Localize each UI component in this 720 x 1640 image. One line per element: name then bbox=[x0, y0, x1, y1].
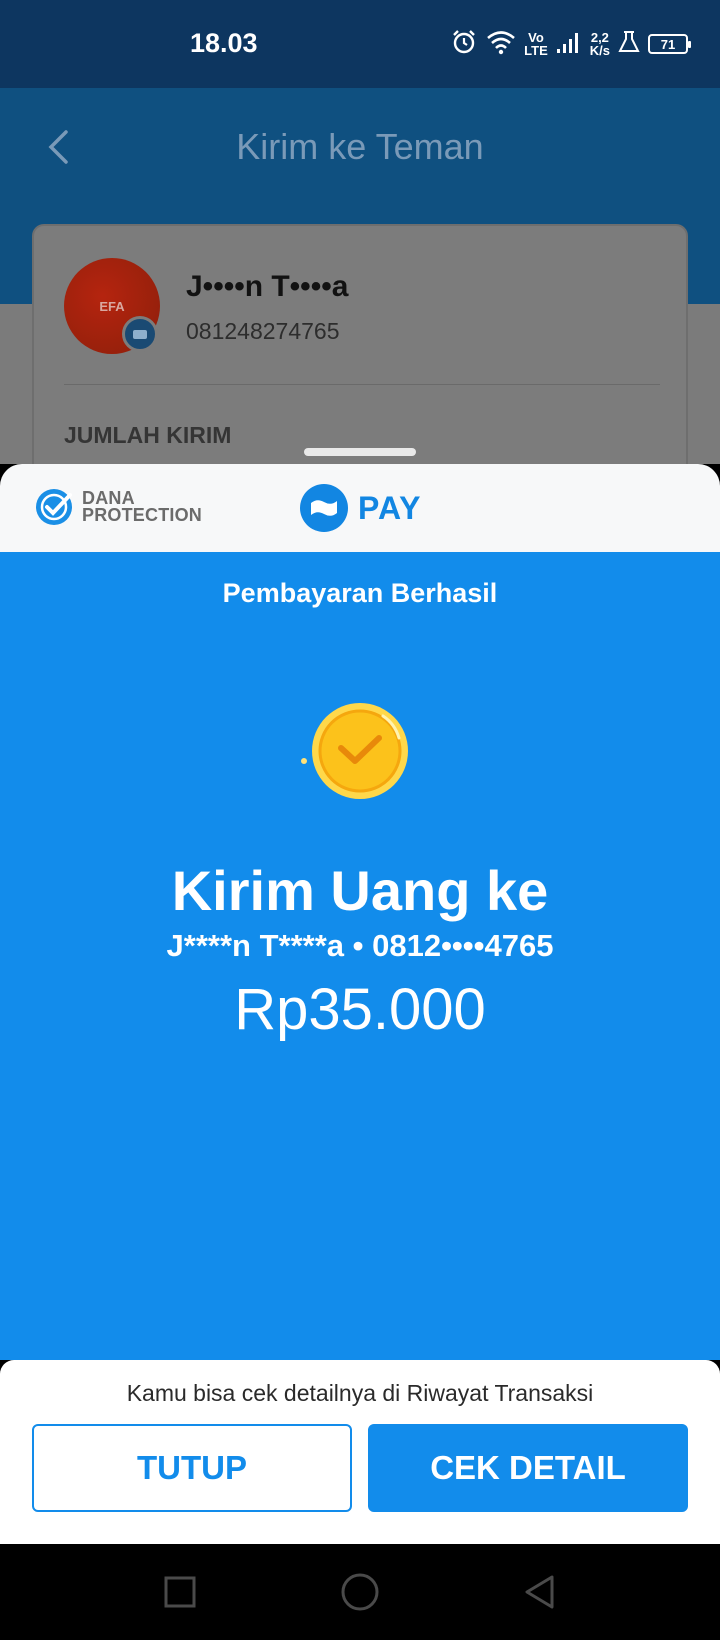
circle-icon bbox=[341, 1573, 379, 1611]
recipient-name: J••••n T••••a bbox=[186, 270, 349, 303]
pay-label: PAY bbox=[358, 489, 422, 526]
sparkle-icon bbox=[301, 758, 307, 764]
lab-icon bbox=[618, 30, 640, 59]
avatar-text: EFA bbox=[99, 298, 125, 314]
dana-logo-icon bbox=[300, 484, 348, 532]
dana-protection-line2: PROTECTION bbox=[82, 505, 203, 525]
wifi-icon bbox=[486, 29, 516, 60]
signal-icon bbox=[556, 30, 582, 59]
network-speed: 2,2 K/s bbox=[590, 31, 610, 57]
navigation-bar bbox=[0, 1544, 720, 1640]
dana-badge-icon bbox=[122, 316, 158, 352]
success-coin-icon bbox=[312, 703, 408, 799]
network-type: Vo LTE bbox=[524, 31, 548, 57]
close-button[interactable]: TUTUP bbox=[32, 1424, 352, 1512]
divider bbox=[64, 384, 660, 385]
send-recipient: J****n T****a • 0812••••4765 bbox=[166, 928, 554, 963]
send-title: Kirim Uang ke bbox=[171, 859, 549, 922]
recipient-card: EFA J••••n T••••a 081248274765 JUMLAH KI… bbox=[32, 224, 688, 484]
triangle-back-icon bbox=[525, 1575, 554, 1609]
network-speed-unit: K/s bbox=[589, 43, 610, 58]
page-title: Kirim ke Teman bbox=[236, 126, 484, 167]
network-type-bottom: LTE bbox=[524, 43, 548, 58]
status-time: 18.03 bbox=[190, 28, 258, 58]
dana-protection-logo: DANA PROTECTION bbox=[34, 486, 202, 528]
footer-note: Kamu bisa cek detailnya di Riwayat Trans… bbox=[126, 1380, 594, 1406]
recipient-phone: 081248274765 bbox=[186, 318, 340, 344]
back-nav-button[interactable] bbox=[518, 1570, 562, 1614]
check-detail-button[interactable]: CEK DETAIL bbox=[368, 1424, 688, 1512]
shield-check-icon bbox=[36, 489, 72, 525]
footer-panel: Kamu bisa cek detailnya di Riwayat Trans… bbox=[0, 1360, 720, 1544]
sheet-header: DANA PROTECTION PAY bbox=[0, 464, 720, 552]
payment-status-title: Pembayaran Berhasil bbox=[222, 578, 498, 608]
dana-protection-text: DANA PROTECTION bbox=[82, 489, 203, 525]
alarm-icon bbox=[450, 28, 478, 61]
sheet-handle[interactable] bbox=[304, 448, 416, 456]
success-panel: Pembayaran Berhasil Kirim Uang ke J****n… bbox=[0, 552, 720, 1360]
amount-label: JUMLAH KIRIM bbox=[64, 422, 232, 448]
home-button[interactable] bbox=[338, 1570, 382, 1614]
send-amount: Rp35.000 bbox=[234, 977, 486, 1042]
recents-button[interactable] bbox=[158, 1570, 202, 1614]
status-bar: 18.03 Vo LTE 2,2 K/s 71 bbox=[0, 0, 720, 88]
dana-pay-logo: PAY bbox=[300, 484, 421, 532]
battery-icon: 71 bbox=[648, 34, 691, 54]
square-icon bbox=[164, 1576, 196, 1608]
status-icons: Vo LTE 2,2 K/s 71 bbox=[450, 24, 691, 64]
